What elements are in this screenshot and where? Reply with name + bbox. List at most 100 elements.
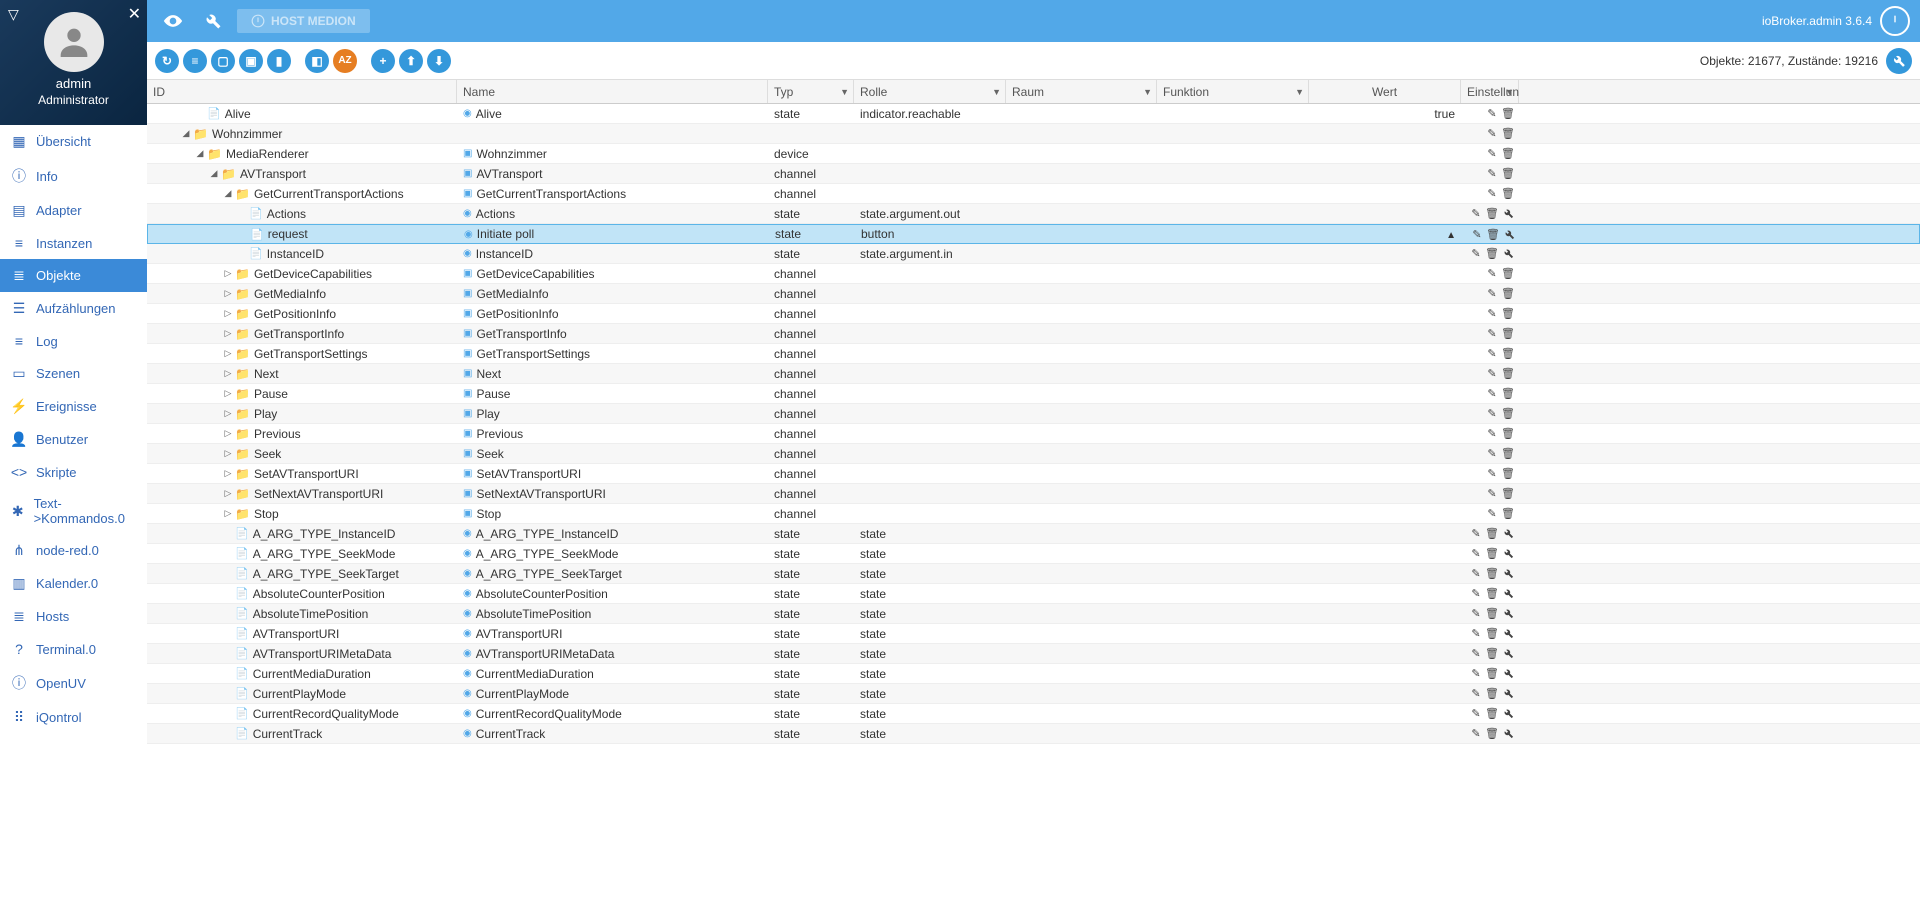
add-button[interactable]: + <box>371 49 395 73</box>
edit-icon[interactable]: ✎ <box>1469 207 1483 221</box>
tree-expand-icon[interactable]: ▷ <box>223 348 233 359</box>
nav-item-openuv[interactable]: ⓘOpenUV <box>0 665 147 701</box>
table-row[interactable]: ▷📁Play▣Playchannel✎🗑 <box>147 404 1920 424</box>
list-button[interactable]: ≡ <box>183 49 207 73</box>
edit-icon[interactable]: ✎ <box>1485 427 1499 441</box>
table-row[interactable]: 📄request◉Initiate pollstatebutton▲✎🗑 <box>147 224 1920 244</box>
delete-icon[interactable]: 🗑 <box>1501 387 1515 401</box>
wrench-icon[interactable] <box>1501 247 1515 261</box>
edit-icon[interactable]: ✎ <box>1469 247 1483 261</box>
table-row[interactable]: ▷📁Pause▣Pausechannel✎🗑 <box>147 384 1920 404</box>
close-icon[interactable]: ✕ <box>128 4 141 24</box>
wrench-icon[interactable] <box>1501 627 1515 641</box>
table-row[interactable]: ◢📁GetCurrentTransportActions▣GetCurrentT… <box>147 184 1920 204</box>
wrench-icon[interactable] <box>1501 707 1515 721</box>
tree-expand-icon[interactable]: ▷ <box>223 488 233 499</box>
nav-item-skripte[interactable]: <>Skripte <box>0 456 147 488</box>
nav-item-hosts[interactable]: ≣Hosts <box>0 600 147 633</box>
table-row[interactable]: ◢📁Wohnzimmer✎🗑 <box>147 124 1920 144</box>
tree-expand-icon[interactable]: ▷ <box>223 308 233 319</box>
wrench-icon[interactable] <box>1501 647 1515 661</box>
edit-icon[interactable]: ✎ <box>1485 287 1499 301</box>
delete-icon[interactable]: 🗑 <box>1501 187 1515 201</box>
edit-icon[interactable]: ✎ <box>1485 407 1499 421</box>
visibility-icon[interactable] <box>157 5 189 37</box>
header-typ[interactable]: Typ▼ <box>768 80 854 103</box>
table-row[interactable]: 📄AVTransportURIMetaData◉AVTransportURIMe… <box>147 644 1920 664</box>
delete-icon[interactable]: 🗑 <box>1485 607 1499 621</box>
delete-icon[interactable]: 🗑 <box>1501 267 1515 281</box>
edit-icon[interactable]: ✎ <box>1485 507 1499 521</box>
tree-expand-icon[interactable]: ▷ <box>223 388 233 399</box>
delete-icon[interactable]: 🗑 <box>1501 407 1515 421</box>
tree-expand-icon[interactable]: ▷ <box>223 268 233 279</box>
nav-item-adapter[interactable]: ▤Adapter <box>0 194 147 227</box>
table-row[interactable]: 📄A_ARG_TYPE_SeekMode◉A_ARG_TYPE_SeekMode… <box>147 544 1920 564</box>
host-selector[interactable]: HOST MEDION <box>237 9 370 33</box>
edit-icon[interactable]: ✎ <box>1485 167 1499 181</box>
edit-icon[interactable]: ✎ <box>1485 447 1499 461</box>
nav-item-ereignisse[interactable]: ⚡Ereignisse <box>0 390 147 423</box>
edit-icon[interactable]: ✎ <box>1485 187 1499 201</box>
edit-icon[interactable]: ✎ <box>1485 147 1499 161</box>
table-row[interactable]: 📄A_ARG_TYPE_InstanceID◉A_ARG_TYPE_Instan… <box>147 524 1920 544</box>
tree-expand-icon[interactable]: ▷ <box>223 428 233 439</box>
table-row[interactable]: ▷📁GetMediaInfo▣GetMediaInfochannel✎🗑 <box>147 284 1920 304</box>
wrench-icon[interactable] <box>1501 527 1515 541</box>
delete-icon[interactable]: 🗑 <box>1501 347 1515 361</box>
delete-icon[interactable]: 🗑 <box>1485 647 1499 661</box>
delete-icon[interactable]: 🗑 <box>1501 307 1515 321</box>
table-row[interactable]: ▷📁Stop▣Stopchannel✎🗑 <box>147 504 1920 524</box>
edit-icon[interactable]: ✎ <box>1469 667 1483 681</box>
delete-icon[interactable]: 🗑 <box>1501 467 1515 481</box>
table-row[interactable]: ◢📁MediaRenderer▣Wohnzimmerdevice✎🗑 <box>147 144 1920 164</box>
nav-item-objekte[interactable]: ≣Objekte <box>0 259 147 292</box>
table-row[interactable]: ▷📁Next▣Nextchannel✎🗑 <box>147 364 1920 384</box>
upload-button[interactable]: ⬆ <box>399 49 423 73</box>
edit-icon[interactable]: ✎ <box>1469 587 1483 601</box>
nav-item--bersicht[interactable]: ▦Übersicht <box>0 125 147 158</box>
table-row[interactable]: ▷📁GetTransportInfo▣GetTransportInfochann… <box>147 324 1920 344</box>
edit-icon[interactable]: ✎ <box>1469 527 1483 541</box>
edit-icon[interactable]: ✎ <box>1485 347 1499 361</box>
table-row[interactable]: ▷📁GetTransportSettings▣GetTransportSetti… <box>147 344 1920 364</box>
table-row[interactable]: ▷📁Previous▣Previouschannel✎🗑 <box>147 424 1920 444</box>
download-button[interactable]: ⬇ <box>427 49 451 73</box>
delete-icon[interactable]: 🗑 <box>1486 227 1500 241</box>
edit-icon[interactable]: ✎ <box>1469 547 1483 561</box>
nav-item-info[interactable]: ⓘInfo <box>0 158 147 194</box>
delete-icon[interactable]: 🗑 <box>1485 247 1499 261</box>
nav-item-kalender-0[interactable]: ▥Kalender.0 <box>0 567 147 600</box>
tree-expand-icon[interactable]: ▷ <box>223 288 233 299</box>
tree-expand-icon[interactable]: ▷ <box>223 468 233 479</box>
trigger-button[interactable]: ▲ <box>1446 230 1456 241</box>
table-row[interactable]: 📄CurrentTrack◉CurrentTrackstatestate✎🗑 <box>147 724 1920 744</box>
wrench-icon[interactable] <box>1501 567 1515 581</box>
table-row[interactable]: 📄AbsoluteTimePosition◉AbsoluteTimePositi… <box>147 604 1920 624</box>
expert-button[interactable]: ◧ <box>305 49 329 73</box>
header-raum[interactable]: Raum▼ <box>1006 80 1157 103</box>
table-row[interactable]: 📄Alive◉Alivestateindicator.reachabletrue… <box>147 104 1920 124</box>
header-id[interactable]: ID <box>147 80 457 103</box>
delete-icon[interactable]: 🗑 <box>1501 487 1515 501</box>
tree-collapse-icon[interactable]: ◢ <box>209 168 219 179</box>
tree-expand-icon[interactable]: ▷ <box>223 368 233 379</box>
tree-expand-icon[interactable]: ▷ <box>223 448 233 459</box>
tree-expand-icon[interactable]: ▷ <box>223 328 233 339</box>
edit-icon[interactable]: ✎ <box>1469 627 1483 641</box>
edit-icon[interactable]: ✎ <box>1469 727 1483 741</box>
delete-icon[interactable]: 🗑 <box>1501 327 1515 341</box>
edit-icon[interactable]: ✎ <box>1485 467 1499 481</box>
table-row[interactable]: 📄CurrentMediaDuration◉CurrentMediaDurati… <box>147 664 1920 684</box>
state-button[interactable]: ▮ <box>267 49 291 73</box>
nav-item-log[interactable]: ≡Log <box>0 325 147 357</box>
wrench-icon[interactable] <box>1501 667 1515 681</box>
delete-icon[interactable]: 🗑 <box>1485 667 1499 681</box>
wrench-icon[interactable] <box>1502 227 1516 241</box>
edit-icon[interactable]: ✎ <box>1485 267 1499 281</box>
folder-button[interactable]: ▢ <box>211 49 235 73</box>
delete-icon[interactable]: 🗑 <box>1501 107 1515 121</box>
wrench-icon[interactable] <box>1501 587 1515 601</box>
delete-icon[interactable]: 🗑 <box>1485 527 1499 541</box>
tree-expand-icon[interactable]: ▷ <box>223 508 233 519</box>
